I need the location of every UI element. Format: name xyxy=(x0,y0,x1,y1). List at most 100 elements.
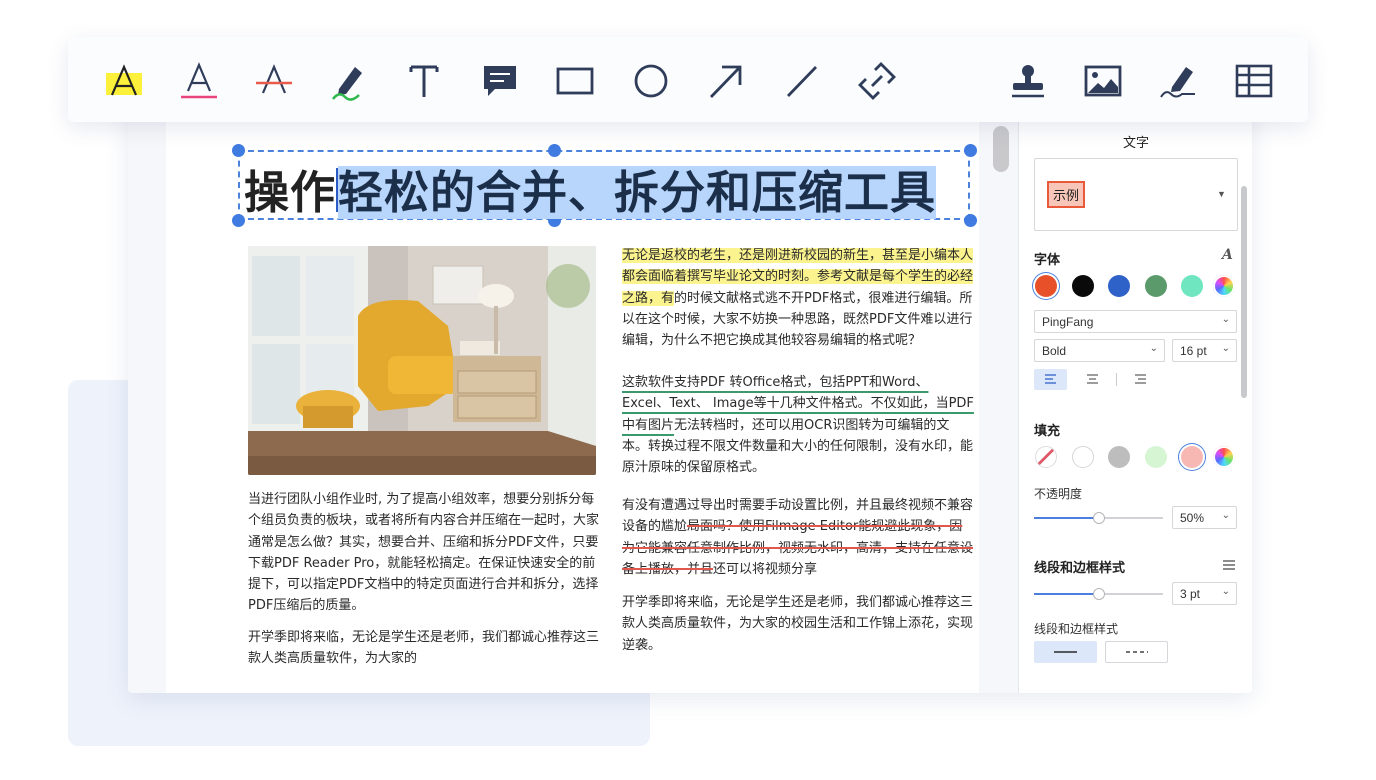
link-icon xyxy=(858,62,896,100)
left-paragraph-1: 当进行团队小组作业时, 为了提高小组效率，想要分别拆分每个组员负责的板块，或者将… xyxy=(248,492,600,614)
editor-window: 操作轻松的合并、拆分和压缩工具 当进行团队小组作业时, 为了提高小组效率，想要分… xyxy=(128,100,1252,693)
chevron-down-icon: ⌄ xyxy=(1149,343,1158,354)
highlight-tool[interactable] xyxy=(104,61,144,101)
menu-icon[interactable] xyxy=(1222,559,1236,571)
document-scrollbar[interactable] xyxy=(993,126,1009,172)
font-family-value: PingFang xyxy=(1042,315,1094,329)
link-tool[interactable] xyxy=(857,61,897,101)
fill-color-swatch-2[interactable] xyxy=(1108,446,1130,468)
title-plain: 操作 xyxy=(244,166,337,219)
line-style-solid-button[interactable] xyxy=(1034,641,1097,663)
document-title[interactable]: 操作轻松的合并、拆分和压缩工具 xyxy=(244,156,937,221)
line-style-label: 线段和边框样式 xyxy=(1034,622,1119,636)
align-left-button[interactable] xyxy=(1034,369,1067,390)
font-section-title: 字体 xyxy=(1034,252,1061,267)
strikethrough-text-icon xyxy=(256,64,292,94)
fill-color-swatch-3[interactable] xyxy=(1144,446,1167,468)
right-paragraph-2: 这款软件支持PDF 转Office格式，包括PPT和Word、Excel、Tex… xyxy=(622,372,974,478)
style-preset-dropdown[interactable]: 示例 ▼ xyxy=(1034,158,1238,231)
highlight-text-icon xyxy=(106,64,142,96)
right-paragraph-1: 无论是返校的老生，还是刚进新校园的新生，甚至是小编本人都会面临着撰写毕业论文的时… xyxy=(622,245,974,351)
line-width-slider-fill xyxy=(1034,593,1099,595)
font-color-swatch-1[interactable] xyxy=(1071,275,1094,297)
opacity-slider-fill xyxy=(1034,517,1099,519)
align-right-button[interactable] xyxy=(1124,369,1157,390)
line-icon xyxy=(786,66,818,97)
freehand-tool[interactable] xyxy=(329,61,369,101)
rectangle-icon xyxy=(556,67,594,95)
fill-section-title: 填充 xyxy=(1034,423,1061,438)
panel-scrollbar[interactable] xyxy=(1241,186,1247,398)
stamp-icon xyxy=(1012,65,1044,98)
text-tool[interactable] xyxy=(404,61,444,101)
font-color-swatch-2[interactable] xyxy=(1108,275,1130,297)
font-style-icon[interactable]: A xyxy=(1222,247,1233,263)
font-color-swatch-4[interactable] xyxy=(1181,275,1203,297)
dashed-line-icon xyxy=(1126,651,1148,653)
panel-title: 文字 xyxy=(1122,135,1149,150)
comment-icon xyxy=(484,66,516,96)
chevron-down-icon: ⌄ xyxy=(1221,343,1230,354)
room-photo xyxy=(248,246,596,475)
table-icon xyxy=(1235,64,1273,98)
font-family-select[interactable]: PingFang ⌄ xyxy=(1034,310,1237,333)
arrow-tool[interactable] xyxy=(706,61,746,101)
image-tool[interactable] xyxy=(1083,61,1123,101)
signature-icon xyxy=(1160,67,1195,98)
opacity-select[interactable]: 50% ⌄ xyxy=(1172,506,1237,529)
properties-panel: 文字 示例 ▼ 字体 A PingFang ⌄ Bold ⌄ 16 pt ⌄ 填充 不… xyxy=(1018,100,1252,693)
fill-color-color-picker-icon[interactable] xyxy=(1213,446,1235,468)
pen-icon xyxy=(332,67,362,101)
align-right-icon xyxy=(1135,374,1146,384)
solid-line-icon xyxy=(1054,651,1077,653)
arrow-icon xyxy=(709,65,742,98)
line-width-select[interactable]: 3 pt ⌄ xyxy=(1172,582,1237,605)
document-page: 操作轻松的合并、拆分和压缩工具 当进行团队小组作业时, 为了提高小组效率，想要分… xyxy=(166,100,979,693)
signature-tool[interactable] xyxy=(1158,61,1198,101)
font-size-select[interactable]: 16 pt ⌄ xyxy=(1172,339,1237,362)
chevron-down-icon: ⌄ xyxy=(1221,510,1230,521)
image-icon xyxy=(1084,65,1122,97)
font-size-value: 16 pt xyxy=(1180,344,1207,358)
table-tool[interactable] xyxy=(1234,61,1274,101)
rectangle-tool[interactable] xyxy=(555,61,595,101)
font-weight-value: Bold xyxy=(1042,344,1067,358)
fill-color-swatch-1[interactable] xyxy=(1071,446,1094,468)
line-tool[interactable] xyxy=(782,61,822,101)
note-tool[interactable] xyxy=(480,61,520,101)
align-left-icon xyxy=(1045,374,1056,384)
font-color-swatch-3[interactable] xyxy=(1144,275,1167,297)
font-color-swatch-0[interactable] xyxy=(1035,275,1057,297)
style-sample: 示例 xyxy=(1047,181,1086,208)
line-style-dashed-button[interactable] xyxy=(1105,641,1168,663)
font-weight-select[interactable]: Bold ⌄ xyxy=(1034,339,1165,362)
right-paragraph-1-rest: 的时候文献格式逃不开PDF格式，很难进行编辑。所以在这个时候，大家不妨换一种思路… xyxy=(622,290,973,349)
align-center-icon xyxy=(1087,374,1098,384)
align-center-button[interactable] xyxy=(1076,369,1109,390)
line-width-slider-knob[interactable] xyxy=(1092,588,1105,600)
line-section-title: 线段和边框样式 xyxy=(1034,560,1126,575)
text-icon xyxy=(409,65,439,97)
right-paragraph-4: 开学季即将来临，无论是学生还是老师，我们都诚心推荐这三款人类高质量软件，为大家的… xyxy=(622,595,974,653)
opacity-value: 50% xyxy=(1180,511,1205,525)
stamp-tool[interactable] xyxy=(1008,61,1048,101)
font-color-color-picker-icon[interactable] xyxy=(1213,275,1235,297)
opacity-slider-knob[interactable] xyxy=(1092,512,1105,524)
resize-handle-tr[interactable] xyxy=(964,144,977,157)
title-selected-text: 轻松的合并、拆分和压缩工具 xyxy=(338,166,937,219)
right-paragraph-2-rest: 无法转档时，还可以用OCR识图转为可编辑的文本。转换过程不限文件数量和大小的任何… xyxy=(622,417,974,476)
right-paragraph-3: 有没有遭遇过导出时需要手动设置比例，并且最终视频不兼容设备的尴尬局面吗？使用Fi… xyxy=(622,495,974,580)
fill-color-swatch-0[interactable] xyxy=(1035,446,1057,468)
annotation-toolbar xyxy=(68,37,1308,122)
fill-color-swatch-4[interactable] xyxy=(1181,446,1203,468)
underline-text-icon xyxy=(181,62,217,99)
chevron-down-icon: ▼ xyxy=(1217,189,1226,199)
line-width-value: 3 pt xyxy=(1180,587,1201,601)
underline-tool[interactable] xyxy=(179,61,219,101)
circle-icon xyxy=(634,64,668,98)
resize-handle-br[interactable] xyxy=(964,214,977,227)
left-paragraph-2: 开学季即将来临，无论是学生还是老师，我们都诚心推荐这三款人类高质量软件，为大家的 xyxy=(248,630,600,667)
align-divider xyxy=(1116,373,1117,386)
circle-tool[interactable] xyxy=(631,61,671,101)
strikethrough-tool[interactable] xyxy=(254,61,294,101)
